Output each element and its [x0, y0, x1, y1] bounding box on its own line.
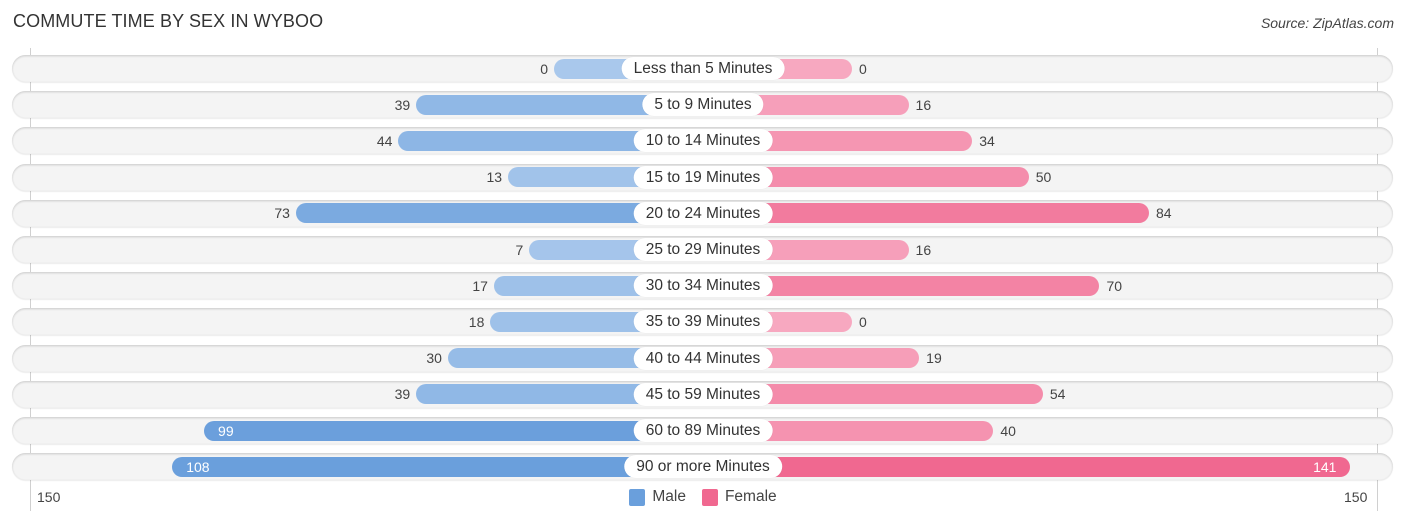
value-label-male: 108 [186, 458, 210, 475]
value-label-male: 73 [274, 205, 290, 222]
value-label-male: 18 [468, 313, 485, 330]
value-label-female: 70 [1106, 277, 1123, 294]
chart-title: COMMUTE TIME BY SEX IN WYBOO [13, 11, 324, 31]
value-label-male: 30 [426, 350, 442, 367]
legend-label-female: Female [724, 488, 777, 505]
value-label-male: 39 [394, 386, 411, 403]
value-label-male: 7 [515, 241, 524, 258]
value-label-female: 0 [859, 313, 867, 330]
category-label: 60 to 89 Minutes [633, 419, 773, 442]
value-label-female: 0 [859, 60, 867, 77]
category-label: 90 or more Minutes [624, 455, 782, 479]
category-label: 30 to 34 Minutes [633, 274, 773, 298]
value-label-male: 17 [472, 277, 488, 294]
value-label-female: 84 [1155, 205, 1172, 222]
category-label: 45 to 59 Minutes [633, 382, 773, 406]
category-label: 35 to 39 Minutes [633, 310, 773, 334]
value-label-female: 54 [1049, 386, 1066, 403]
category-label: Less than 5 Minutes [621, 57, 785, 80]
category-label: 10 to 14 Minutes [633, 129, 773, 153]
category-label: 15 to 19 Minutes [633, 165, 773, 189]
value-label-male: 13 [486, 169, 503, 186]
legend: Male Female [0, 488, 1406, 506]
bar-female [703, 456, 1351, 477]
source-label: Source: ZipAtlas.com [1260, 15, 1394, 31]
value-label-female: 16 [915, 241, 932, 258]
legend-item-female: Female [701, 488, 777, 506]
value-label-female: 141 [1313, 458, 1337, 475]
value-label-male: 99 [218, 422, 234, 439]
value-label-male: 0 [540, 60, 548, 77]
legend-item-male: Male [629, 488, 686, 506]
value-label-female: 34 [979, 132, 995, 149]
bar-male [204, 420, 703, 441]
value-label-female: 16 [915, 96, 932, 113]
category-label: 20 to 24 Minutes [633, 201, 773, 225]
category-label: 40 to 44 Minutes [633, 346, 773, 370]
value-label-female: 40 [1000, 422, 1016, 439]
value-label-female: 50 [1035, 169, 1052, 186]
value-label-male: 39 [394, 96, 411, 113]
legend-swatch-male [629, 488, 646, 506]
category-label: 25 to 29 Minutes [633, 238, 773, 261]
legend-label-male: Male [652, 488, 686, 505]
category-label: 5 to 9 Minutes [642, 93, 764, 117]
legend-swatch-female [701, 488, 718, 506]
value-label-female: 19 [926, 350, 942, 367]
value-label-male: 44 [376, 132, 393, 149]
